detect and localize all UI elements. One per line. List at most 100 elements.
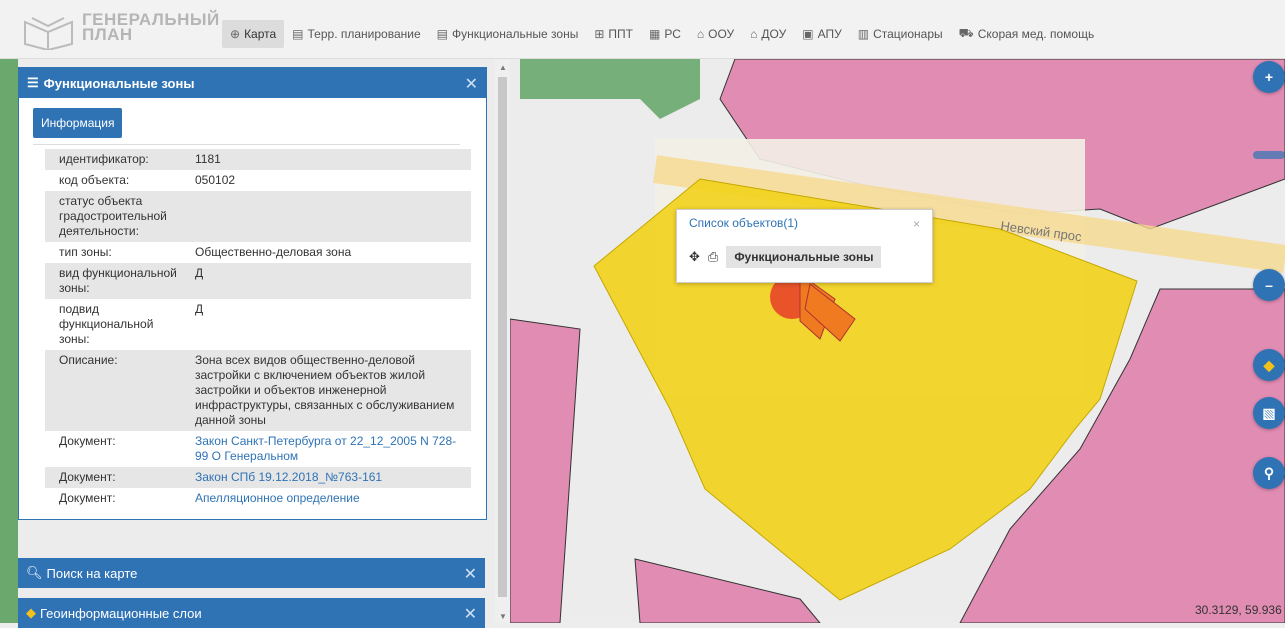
attribute-key: тип зоны: <box>59 245 112 259</box>
attributes-table: идентификатор: 1181 код объекта: 050102 стат… <box>45 149 471 509</box>
nav-item-5[interactable]: ⌂ ООУ <box>689 20 742 48</box>
layers-icon: ◆ <box>1263 356 1275 373</box>
nav-label: Стационары <box>873 27 943 41</box>
move-icon[interactable]: ✥ <box>689 249 700 265</box>
attribute-value: Общественно-деловая зона <box>195 245 352 259</box>
nav-item-8[interactable]: ▥ Стационары <box>850 20 951 48</box>
attribute-row: статус объекта градостроительной деятель… <box>45 191 471 242</box>
app-logo[interactable]: ГЕНЕРАЛЬНЫЙ ПЛАН <box>20 10 220 50</box>
attribute-key: идентификатор: <box>45 149 191 170</box>
close-icon[interactable]: ✕ <box>464 564 477 584</box>
nav-item-1[interactable]: ▤ Терр. планирование <box>284 20 428 48</box>
nav-label: Терр. планирование <box>307 27 421 41</box>
attribute-key: вид функциональной зоны: <box>45 263 191 299</box>
objects-popup: Список объектов(1) × ✥ ⎙ Функциональные … <box>676 209 933 283</box>
functional-zones-panel: ☰ Функциональные зоны ✕ Информация идент… <box>18 67 487 520</box>
attribute-row: Описание: Зона всех видов общественно-дел… <box>45 350 471 431</box>
attribute-value: 050102 <box>195 173 236 187</box>
attribute-value <box>191 191 471 242</box>
nav-item-6[interactable]: ⌂ ДОУ <box>742 20 794 48</box>
zone-green-left[interactable] <box>0 59 18 623</box>
zoom-in-button[interactable]: + <box>1253 61 1285 93</box>
nav-item-2[interactable]: ▤ Функциональные зоны <box>429 20 587 48</box>
panel-scrollbar[interactable]: ▲ ▼ <box>495 59 510 623</box>
nav-item-9[interactable]: ⛟ Скорая мед. помощь <box>951 20 1103 48</box>
popup-item-label[interactable]: Функциональные зоны <box>726 246 882 268</box>
nav-label: ООУ <box>708 27 735 41</box>
nav-item-3[interactable]: ⊞ ППТ <box>586 20 641 48</box>
document-link[interactable]: Закон Санкт-Петербурга от 22_12_2005 N 7… <box>195 434 456 463</box>
search-icon: 🔍︎ <box>26 565 43 580</box>
attribute-row: идентификатор: 1181 <box>45 149 471 170</box>
hospital-icon: ▥ <box>857 27 870 41</box>
cursor-coordinates: 30.3129, 59.936 <box>1195 603 1282 617</box>
measure-button[interactable]: ▧ <box>1253 397 1285 429</box>
globe-icon: ⊕ <box>230 27 241 41</box>
attribute-row: Документ: Закон СПб 19.12.2018_№763-161 <box>45 467 471 488</box>
attribute-key: статус объекта градостроительной деятель… <box>45 191 191 242</box>
attribute-row: подвид функциональной зоны: Д <box>45 299 471 350</box>
attribute-key: Документ: <box>45 467 191 488</box>
nav-label: ДОУ <box>761 27 787 41</box>
top-navigation-bar: ГЕНЕРАЛЬНЫЙ ПЛАН ⊕ Карта ▤ Терр. планирован… <box>0 0 1285 59</box>
grid-icon: ⊞ <box>594 27 605 41</box>
attribute-key: Документ: <box>59 434 116 448</box>
close-icon[interactable]: ✕ <box>465 74 478 94</box>
document-link[interactable]: Закон СПб 19.12.2018_№763-161 <box>195 470 382 484</box>
document-link[interactable]: Апелляционное определение <box>195 491 360 505</box>
attribute-value: Апелляционное определение <box>191 488 471 509</box>
attribute-row: тип зоны: Общественно-деловая зона <box>45 242 471 263</box>
nav-label: АПУ <box>817 27 842 41</box>
layers-icon: ◆ <box>26 605 36 620</box>
layers-panel-title: Геоинформационные слои <box>40 605 202 621</box>
menu-icon: ☰ <box>27 75 39 90</box>
document-icon: ▤ <box>292 27 304 41</box>
attribute-key: подвид функциональной зоны: <box>59 302 154 346</box>
attribute-key: код объекта: <box>59 173 130 187</box>
nav-label: Функциональные зоны <box>451 27 579 41</box>
ruler-icon: ▧ <box>1262 404 1276 421</box>
panel-body: Информация идентификатор: 1181 код объекта… <box>19 98 486 519</box>
scroll-down-icon[interactable]: ▼ <box>499 612 507 621</box>
attribute-row: Документ: Закон Санкт-Петербурга от 22_12… <box>45 431 471 467</box>
popup-close-icon[interactable]: × <box>913 217 920 231</box>
search-panel-title: Поиск на карте <box>46 565 138 581</box>
search-map-button[interactable]: ⚲ <box>1253 457 1285 489</box>
attribute-value: Закон Санкт-Петербурга от 22_12_2005 N 7… <box>191 431 471 467</box>
info-button[interactable]: Информация <box>33 108 123 138</box>
search-icon: ⚲ <box>1263 464 1275 481</box>
kindergarten-icon: ⌂ <box>750 27 758 41</box>
popup-item-row: ✥ ⎙ Функциональные зоны <box>689 246 882 268</box>
nav-label: Скорая мед. помощь <box>977 27 1095 41</box>
scroll-up-icon[interactable]: ▲ <box>499 63 507 72</box>
table-icon: ▦ <box>649 27 661 41</box>
popup-title: Список объектов(1) <box>689 216 799 230</box>
nav-label: Карта <box>244 27 277 41</box>
school-icon: ⌂ <box>696 27 705 41</box>
zoom-slider[interactable] <box>1253 151 1285 159</box>
attribute-row: Документ: Апелляционное определение <box>45 488 471 509</box>
attribute-value: Зона всех видов общественно-деловой заст… <box>191 350 471 431</box>
divider <box>33 144 460 145</box>
attribute-row: вид функциональной зоны: Д <box>45 263 471 299</box>
attribute-value: 1181 <box>191 149 471 170</box>
print-icon[interactable]: ⎙ <box>708 249 718 265</box>
nav-item-4[interactable]: ▦ РС <box>641 20 689 48</box>
nav-item-0[interactable]: ⊕ Карта <box>222 20 285 48</box>
ambulance-icon: ⛟ <box>958 26 974 40</box>
zoom-out-button[interactable]: – <box>1253 269 1285 301</box>
attribute-value: Д <box>191 263 471 299</box>
close-icon[interactable]: ✕ <box>464 604 477 624</box>
main-nav: ⊕ Карта ▤ Терр. планирование ▤ Функциональные… <box>222 20 1102 48</box>
search-panel-header[interactable]: 🔍︎ Поиск на карте ✕ <box>18 558 485 588</box>
layers-button[interactable]: ◆ <box>1253 349 1285 381</box>
apu-icon: ▣ <box>802 27 814 41</box>
layers-panel-header[interactable]: ◆ Геоинформационные слои ✕ <box>18 598 485 628</box>
attribute-key: Описание: <box>45 350 191 431</box>
scroll-thumb[interactable] <box>498 77 507 597</box>
nav-label: РС <box>664 27 681 41</box>
panel-header: ☰ Функциональные зоны ✕ <box>19 68 486 98</box>
nav-item-7[interactable]: ▣ АПУ <box>794 20 849 48</box>
plus-icon: + <box>1264 69 1274 85</box>
panel-title: Функциональные зоны <box>43 75 195 91</box>
